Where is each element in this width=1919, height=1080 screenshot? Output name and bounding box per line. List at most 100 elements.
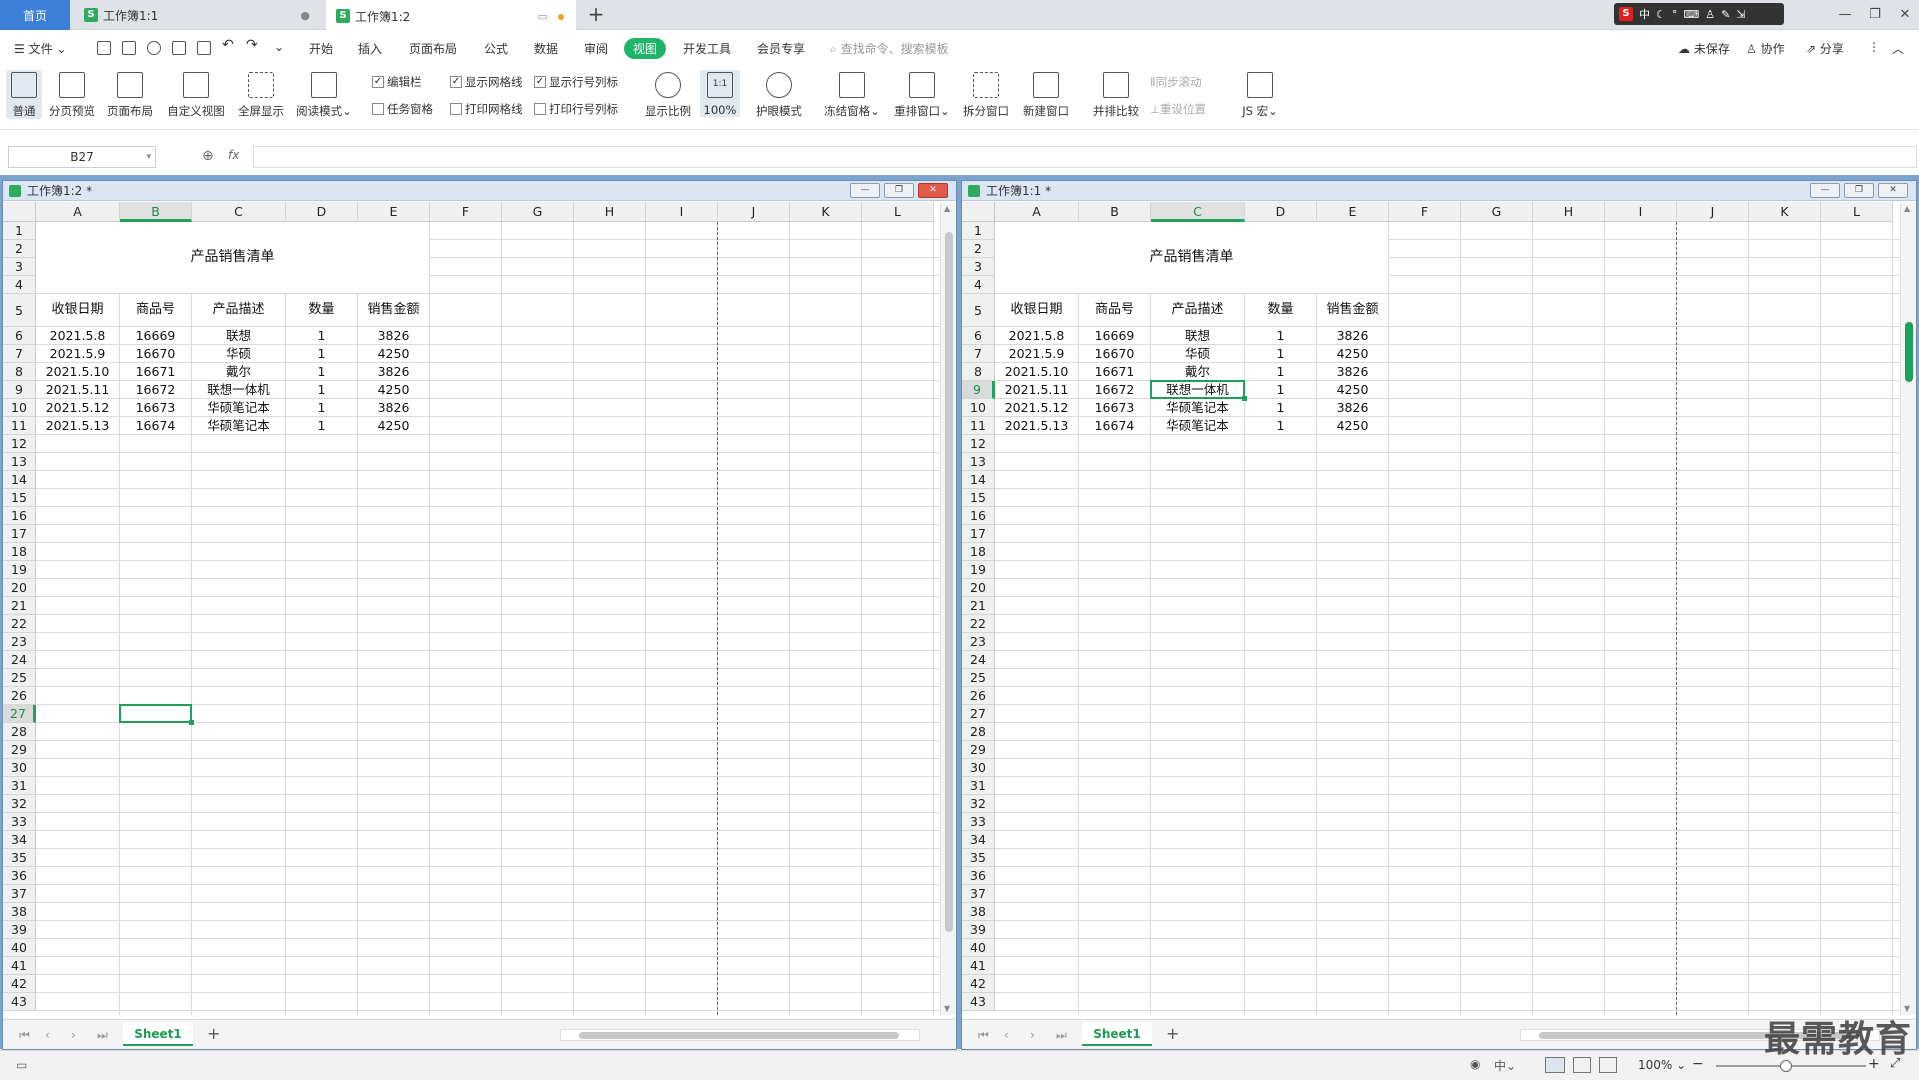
macro-record-icon[interactable]: ▭	[16, 1058, 27, 1072]
next-sheet-icon[interactable]: ›	[1030, 1028, 1035, 1042]
horizontal-scrollbar[interactable]	[560, 1029, 920, 1041]
row-header-42[interactable]: 42	[3, 975, 36, 993]
column-header-A[interactable]: A	[36, 202, 120, 222]
data-cell[interactable]: 联想	[1151, 327, 1244, 344]
row-header-21[interactable]: 21	[3, 597, 36, 615]
user-icon[interactable]: ♙	[1705, 8, 1715, 21]
custom-view-button[interactable]: 自定义视图	[164, 70, 228, 119]
horizontal-scroll-thumb[interactable]	[579, 1032, 899, 1039]
eye-icon[interactable]: ◉	[1470, 1057, 1480, 1071]
row-header-8[interactable]: 8	[3, 363, 36, 381]
row-header-13[interactable]: 13	[962, 453, 995, 471]
column-header-C[interactable]: C	[1151, 202, 1245, 222]
collab-button[interactable]: ♙ 协作	[1746, 40, 1785, 57]
new-tab-button[interactable]: +	[584, 0, 608, 30]
fx-icon[interactable]: fx	[228, 148, 239, 162]
collapse-ribbon-icon[interactable]: ︿	[1892, 40, 1904, 57]
edit-bar-checkbox[interactable]: ✓ 编辑栏	[372, 74, 422, 90]
data-cell[interactable]: 1	[286, 345, 357, 362]
normal-view-icon[interactable]	[1545, 1057, 1565, 1073]
data-cell[interactable]: 2021.5.11	[36, 381, 119, 398]
print-icon[interactable]	[172, 41, 186, 55]
row-header-37[interactable]: 37	[3, 885, 36, 903]
data-cell[interactable]: 1	[286, 381, 357, 398]
row-header-6[interactable]: 6	[3, 327, 36, 345]
row-header-30[interactable]: 30	[3, 759, 36, 777]
print-headers-checkbox[interactable]: 打印行号列标	[534, 101, 618, 117]
data-cell[interactable]: 1	[1245, 327, 1316, 344]
redo-icon[interactable]: ↷	[246, 37, 258, 53]
fullscreen-button[interactable]: 全屏显示	[234, 70, 288, 119]
row-header-29[interactable]: 29	[962, 741, 995, 759]
row-header-41[interactable]: 41	[962, 957, 995, 975]
data-cell[interactable]: 1	[1245, 381, 1316, 398]
row-header-22[interactable]: 22	[962, 615, 995, 633]
show-headers-checkbox[interactable]: ✓ 显示行号列标	[534, 74, 618, 90]
data-cell[interactable]: 3826	[358, 399, 429, 416]
row-header-17[interactable]: 17	[3, 525, 36, 543]
row-header-43[interactable]: 43	[962, 993, 995, 1011]
data-cell[interactable]: 1	[286, 327, 357, 344]
header-cell[interactable]: 收银日期	[36, 294, 119, 326]
data-cell[interactable]: 1	[286, 363, 357, 380]
row-header-38[interactable]: 38	[3, 903, 36, 921]
row-header-34[interactable]: 34	[962, 831, 995, 849]
data-cell[interactable]: 华硕	[1151, 345, 1244, 362]
data-cell[interactable]: 16673	[120, 399, 191, 416]
side-by-side-button[interactable]: 并排比较	[1090, 70, 1142, 119]
more-icon[interactable]: ⋮	[1868, 40, 1880, 54]
expand-icon[interactable]: ⇲	[1736, 8, 1745, 21]
row-header-34[interactable]: 34	[3, 831, 36, 849]
data-cell[interactable]: 16674	[120, 417, 191, 434]
row-header-40[interactable]: 40	[962, 939, 995, 957]
sheet-title-cell[interactable]: 产品销售清单	[36, 222, 429, 293]
row-header-24[interactable]: 24	[962, 651, 995, 669]
row-header-3[interactable]: 3	[3, 258, 36, 276]
tab-doc-1[interactable]: S 工作簿1:1 ●	[74, 0, 322, 30]
menu-item-4[interactable]: 数据	[534, 40, 558, 57]
vertical-scroll-thumb[interactable]	[945, 232, 953, 932]
data-cell[interactable]: 16673	[1079, 399, 1150, 416]
row-header-10[interactable]: 10	[3, 399, 36, 417]
data-cell[interactable]: 16670	[120, 345, 191, 362]
minimize-icon[interactable]: —	[1830, 0, 1860, 30]
menu-item-5[interactable]: 审阅	[584, 40, 608, 57]
header-cell[interactable]: 数量	[286, 294, 357, 326]
header-cell[interactable]: 产品描述	[192, 294, 285, 326]
row-header-27[interactable]: 27	[3, 705, 36, 723]
data-cell[interactable]: 华硕笔记本	[1151, 417, 1244, 434]
ime-lang[interactable]: 中	[1639, 6, 1650, 22]
last-sheet-icon[interactable]: ⏭	[1056, 1028, 1067, 1043]
header-cell[interactable]: 产品描述	[1151, 294, 1244, 326]
column-header-C[interactable]: C	[192, 202, 286, 222]
zoom-lookup-icon[interactable]: ⊕	[202, 148, 214, 164]
row-header-7[interactable]: 7	[962, 345, 995, 363]
column-header-G[interactable]: G	[502, 202, 574, 222]
scroll-down-icon[interactable]: ▼	[944, 1004, 950, 1013]
prev-sheet-icon[interactable]: ‹	[45, 1028, 50, 1042]
menu-item-0[interactable]: 开始	[309, 40, 333, 57]
row-header-15[interactable]: 15	[962, 489, 995, 507]
row-header-43[interactable]: 43	[3, 993, 36, 1011]
data-cell[interactable]: 2021.5.11	[995, 381, 1078, 398]
data-cell[interactable]: 联想一体机	[192, 381, 285, 398]
column-header-H[interactable]: H	[574, 202, 646, 222]
sheet-grid[interactable]: 产品销售清单 收银日期 商品号 产品描述 数量 销售金额 2021.5.8 16669 联想 1 3…	[962, 202, 1900, 1015]
row-header-31[interactable]: 31	[962, 777, 995, 795]
chevron-down-icon[interactable]: ▾	[146, 147, 151, 167]
data-cell[interactable]: 戴尔	[192, 363, 285, 380]
row-header-16[interactable]: 16	[3, 507, 36, 525]
page-layout-view-icon[interactable]	[1573, 1057, 1591, 1073]
active-cell-selection[interactable]	[1150, 380, 1247, 401]
data-cell[interactable]: 16672	[120, 381, 191, 398]
data-cell[interactable]: 2021.5.8	[995, 327, 1078, 344]
data-cell[interactable]: 4250	[1317, 417, 1388, 434]
ime-toolbar[interactable]: S 中 ☾ ° ⌨ ♙ ✎ ⇲	[1614, 3, 1784, 25]
data-cell[interactable]: 2021.5.9	[36, 345, 119, 362]
print-gridlines-checkbox[interactable]: 打印网格线	[450, 101, 523, 117]
sheet-tab[interactable]: Sheet1	[1082, 1022, 1152, 1046]
row-header-35[interactable]: 35	[962, 849, 995, 867]
column-header-I[interactable]: I	[646, 202, 718, 222]
row-header-31[interactable]: 31	[3, 777, 36, 795]
row-header-10[interactable]: 10	[962, 399, 995, 417]
